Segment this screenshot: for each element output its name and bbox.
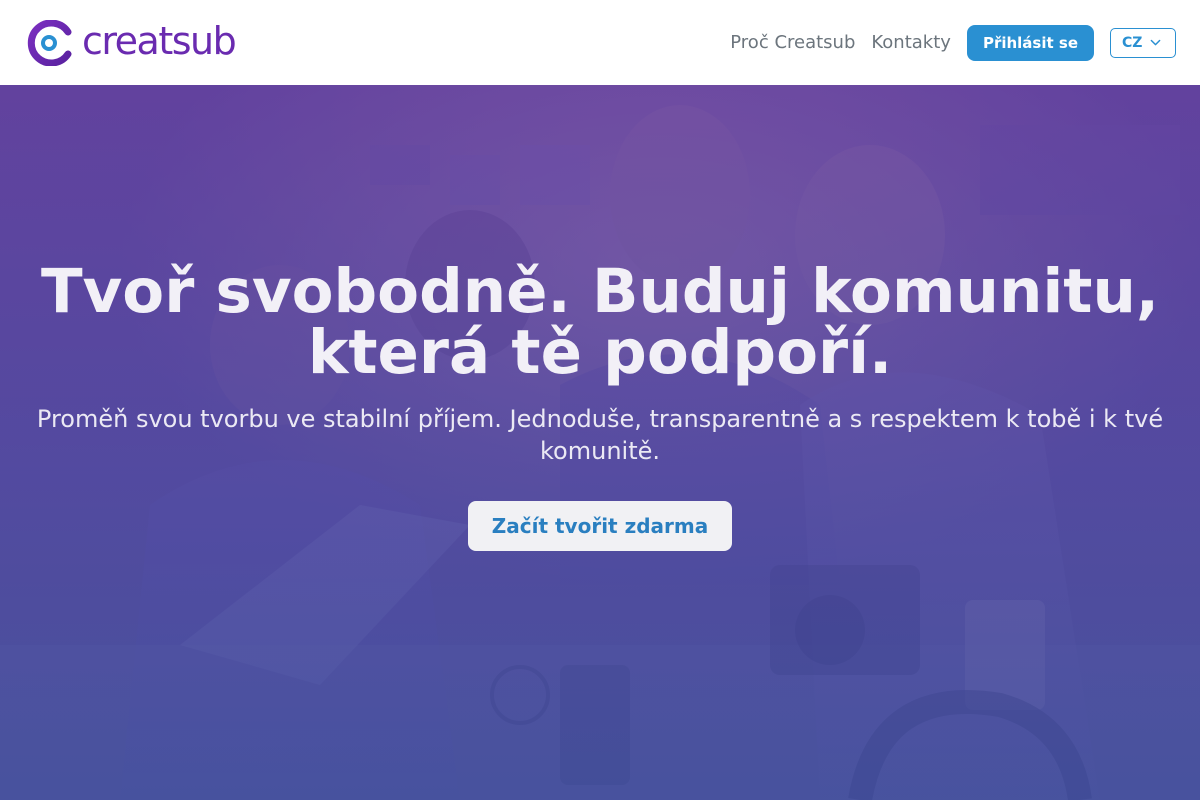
hero-title-line-2: která tě podpoří. — [307, 317, 893, 388]
nav-link-why-creatsub[interactable]: Proč Creatsub — [730, 32, 855, 53]
hero-section: Tvoř svobodně. Buduj komunitu, která tě … — [0, 85, 1200, 800]
site-header: creatsub Proč Creatsub Kontakty Přihlási… — [0, 0, 1200, 85]
language-select[interactable]: CZ — [1110, 27, 1176, 58]
brand-logo[interactable]: creatsub — [24, 18, 237, 66]
login-button[interactable]: Přihlásit se — [966, 24, 1094, 61]
nav-link-contacts[interactable]: Kontakty — [871, 32, 951, 53]
start-creating-button[interactable]: Začít tvořit zdarma — [467, 501, 733, 551]
hero-content: Tvoř svobodně. Buduj komunitu, která tě … — [0, 85, 1200, 551]
creatsub-logo-icon — [27, 19, 72, 66]
brand-name: creatsub — [82, 18, 237, 63]
hero-subtitle: Proměň svou tvorbu ve stabilní příjem. J… — [36, 405, 1164, 465]
language-value: CZ — [1122, 34, 1143, 51]
chevron-down-icon — [1151, 39, 1161, 46]
main-nav: Proč Creatsub Kontakty Přihlásit se CZ — [730, 24, 1176, 61]
hero-title: Tvoř svobodně. Buduj komunitu, která tě … — [0, 261, 1200, 383]
